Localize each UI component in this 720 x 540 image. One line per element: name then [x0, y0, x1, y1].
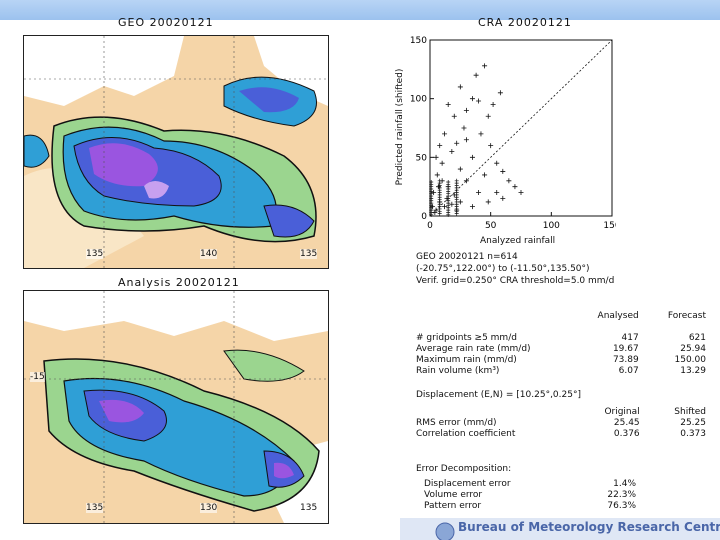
geo-tick-left: 135: [86, 249, 104, 259]
decomp-value: 22.3%: [607, 489, 636, 500]
decomp-value: 1.4%: [613, 478, 636, 489]
table-row: # gridpoints ≥5 mm/d 417 621: [416, 332, 706, 343]
x-tick-label: 0: [427, 221, 433, 231]
info-line-1: GEO 20020121 n=614: [416, 252, 518, 262]
analysed-value: 417: [621, 332, 639, 343]
geo-tick-right: 135: [300, 249, 318, 259]
rain-stats-table: Analysed Forecast # gridpoints ≥5 mm/d 41…: [416, 310, 706, 376]
row-label: Pattern error: [424, 500, 482, 511]
analysis-panel-title: Analysis 20020121: [118, 276, 240, 289]
error-stats-table: Original Shifted RMS error (mm/d) 25.45 25…: [416, 406, 706, 439]
geo-panel-title: GEO 20020121: [118, 16, 214, 29]
y-tick-label: 50: [416, 153, 428, 163]
original-value: 0.376: [613, 428, 640, 439]
decomposition-table: Displacement error 1.4% Volume error 22.3%…: [416, 478, 636, 511]
analysis-tick-right: 135: [300, 503, 318, 513]
y-tick-label: 150: [410, 36, 427, 46]
displacement-text: Displacement (E,N) = [10.25°,0.25°]: [416, 390, 581, 400]
y-tick-label: 100: [410, 95, 427, 105]
table-row: Pattern error 76.3%: [416, 500, 636, 511]
table-row: Volume error 22.3%: [416, 489, 636, 500]
table-row: RMS error (mm/d) 25.45 25.25: [416, 417, 706, 428]
col-header-shifted: Shifted: [674, 406, 706, 417]
top-bar: [0, 0, 720, 20]
table-row: Rain volume (km³) 6.07 13.29: [416, 365, 706, 376]
footer-text: Bureau of Meteorology Research Centre: [458, 520, 720, 534]
analysis-tick-lat: -15: [30, 372, 45, 382]
bom-logo-icon: [435, 522, 455, 540]
row-label: Maximum rain (mm/d): [416, 354, 517, 365]
x-tick-label: 150: [603, 221, 616, 231]
analysed-value: 19.67: [612, 343, 639, 354]
col-header-original: Original: [604, 406, 640, 417]
row-label: Rain volume (km³): [416, 365, 500, 376]
forecast-value: 25.94: [680, 343, 706, 354]
x-tick-label: 50: [485, 221, 497, 231]
info-line-3: Verif. grid=0.250° CRA threshold=5.0 mm/…: [416, 276, 615, 286]
row-label: Displacement error: [424, 478, 511, 489]
decomp-value: 76.3%: [607, 500, 636, 511]
row-label: Volume error: [424, 489, 483, 500]
analysis-tick-mid: 130: [200, 503, 218, 513]
forecast-value: 13.29: [680, 365, 706, 376]
y-tick-label: 0: [421, 212, 427, 222]
table-row: Displacement error 1.4%: [416, 478, 636, 489]
original-value: 25.45: [613, 417, 640, 428]
table-row: Average rain rate (mm/d) 19.67 25.94: [416, 343, 706, 354]
row-label: Correlation coefficient: [416, 428, 516, 439]
table-row: Maximum rain (mm/d) 73.89 150.00: [416, 354, 706, 365]
geo-tick-mid: 140: [200, 249, 218, 259]
cra-x-axis-label: Analyzed rainfall: [480, 236, 556, 246]
shifted-value: 25.25: [680, 417, 706, 428]
row-label: Average rain rate (mm/d): [416, 343, 531, 354]
analysed-value: 73.89: [612, 354, 639, 365]
cra-scatter-plot: 0 50 100 150 0 50 100 150: [410, 36, 616, 231]
col-header-forecast: Forecast: [667, 310, 706, 321]
forecast-value: 621: [688, 332, 706, 343]
cra-chart-title: CRA 20020121: [478, 16, 572, 29]
shifted-value: 0.373: [680, 428, 706, 439]
info-line-2: (-20.75°,122.00°) to (-11.50°,135.50°): [416, 264, 590, 274]
decomposition-title: Error Decomposition:: [416, 464, 512, 474]
row-label: # gridpoints ≥5 mm/d: [416, 332, 517, 343]
col-header-analysed: Analysed: [597, 310, 639, 321]
analysis-tick-left: 135: [86, 503, 104, 513]
x-tick-label: 100: [543, 221, 560, 231]
analysis-rainfall-map: [23, 290, 329, 524]
geo-rainfall-map: [23, 35, 329, 269]
row-label: RMS error (mm/d): [416, 417, 497, 428]
forecast-value: 150.00: [674, 354, 707, 365]
table-row: Correlation coefficient 0.376 0.373: [416, 428, 706, 439]
analysed-value: 6.07: [618, 365, 639, 376]
